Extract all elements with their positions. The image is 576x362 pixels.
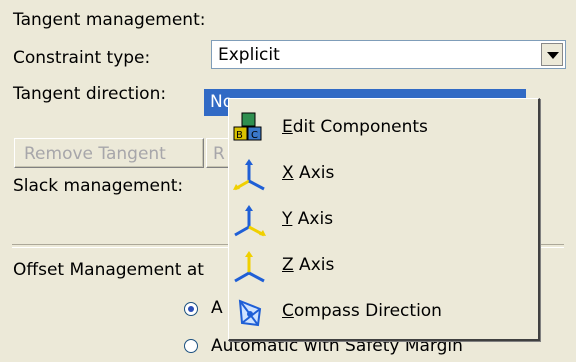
compass-direction-icon [238,299,262,327]
direction-context-menu: B C Edit Components X Axis Y Axis Z Axis… [228,98,540,341]
svg-text:B: B [236,130,243,141]
edit-components-icon: B C [233,112,262,141]
constraint-type-select[interactable]: Explicit [211,40,566,69]
reverse-button-label: R [213,144,225,164]
offset-option-safety-radio[interactable] [184,339,198,353]
x-axis-icon [233,159,265,191]
chevron-down-icon[interactable] [541,43,563,66]
menu-item-label: X Axis [282,163,335,183]
menu-item-edit-components[interactable]: B C Edit Components [229,105,537,151]
offset-management-label: Offset Management at [13,260,204,280]
slack-management-label: Slack management: [13,176,184,196]
menu-item-y-axis[interactable]: Y Axis [229,197,537,243]
tangent-management-header: Tangent management: [13,10,206,30]
svg-text:C: C [251,130,258,141]
offset-option-a-radio[interactable] [184,302,198,316]
menu-item-label: Edit Components [282,117,428,137]
offset-option-a-label: A [211,298,223,318]
z-axis-icon [234,251,265,283]
remove-tangent-button[interactable]: Remove Tangent [14,138,204,168]
remove-tangent-label: Remove Tangent [24,144,166,164]
constraint-type-label: Constraint type: [13,48,151,68]
menu-item-z-axis[interactable]: Z Axis [229,243,537,289]
tangent-direction-label: Tangent direction: [13,84,167,104]
menu-item-label: Z Axis [282,255,335,275]
constraint-type-value: Explicit [218,45,280,65]
menu-item-compass-direction[interactable]: Compass Direction [229,289,537,335]
menu-item-label: Y Axis [282,209,334,229]
menu-item-label: Compass Direction [282,301,442,321]
y-axis-icon [234,205,266,237]
menu-item-x-axis[interactable]: X Axis [229,151,537,197]
